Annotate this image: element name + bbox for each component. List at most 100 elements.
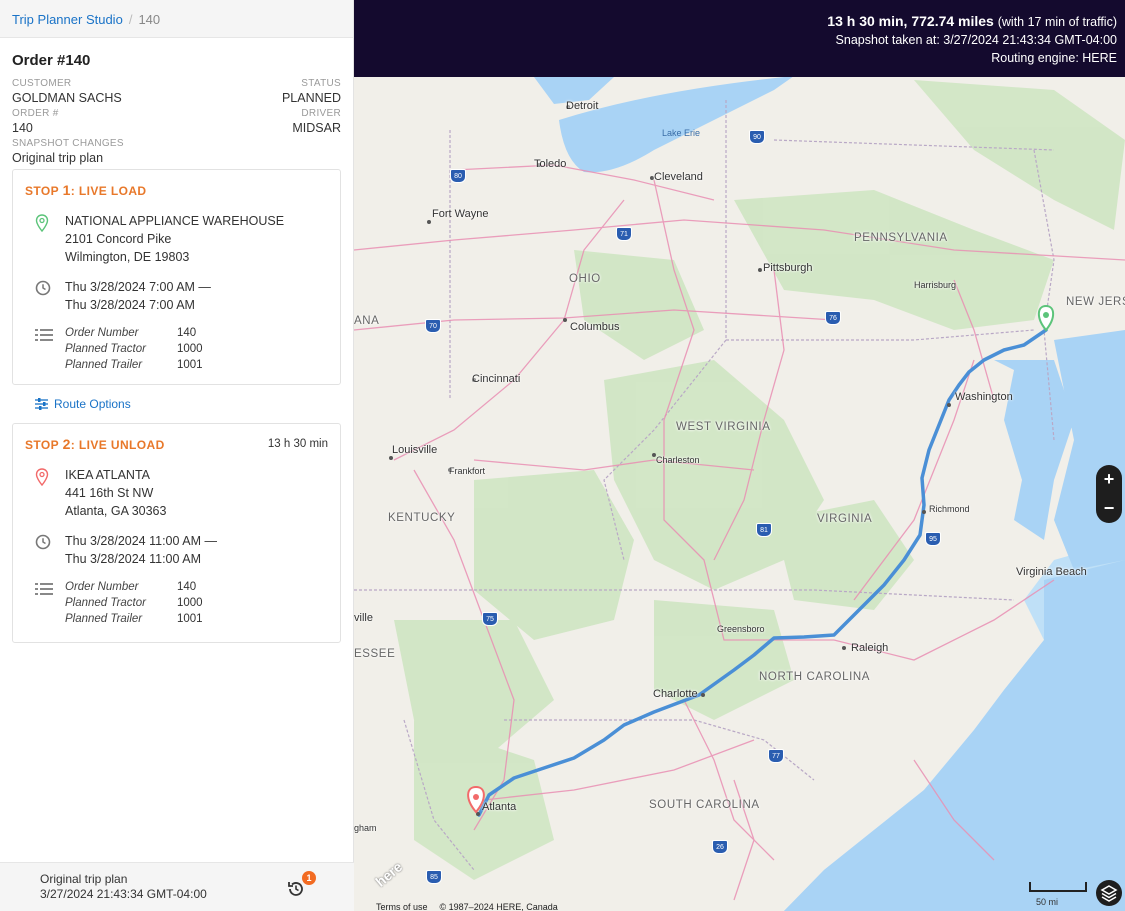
stop-2-time-start: Thu 3/28/2024 11:00 AM — [65,534,217,548]
stop-1-time-start: Thu 3/28/2024 7:00 AM — [65,280,211,294]
map-label-city: gham [354,823,377,833]
interstate-shield: 77 [768,749,784,763]
snapshot-timestamp: Snapshot taken at: 3/27/2024 21:43:34 GM… [835,33,1117,47]
stop-1-time-end: Thu 3/28/2024 7:00 AM [65,298,195,312]
zoom-control: + − [1096,465,1122,523]
meta-key: Order Number [65,581,139,593]
map-canvas[interactable] [354,0,1125,911]
route-options-label: Route Options [54,397,131,411]
map-label-city: Toledo [534,158,567,170]
map-label-city: Frankfort [449,466,486,476]
stop-1-details: Order Number 140 Planned Tractor 1000 Plan… [65,326,203,372]
list-icon [35,329,53,341]
interstate-shield: 75 [482,612,498,626]
stop-2-title: STOP 2: LIVE UNLOAD [25,436,165,452]
stop-1-city: Wilmington, DE 19803 [65,250,190,264]
status-label: STATUS [301,78,341,89]
interstate-shield: 70 [425,319,441,333]
route-summary: 13 h 30 min, 772.74 miles [827,13,994,29]
zoom-in-button[interactable]: + [1096,465,1122,494]
interstate-shield: 95 [925,532,941,546]
stop-2-street: 441 16th St NW [65,486,154,500]
interstate-shield: 81 [756,523,772,537]
map-attribution: Terms of use © 1987–2024 HERE, Canada [376,902,570,911]
zoom-out-button[interactable]: − [1096,494,1122,523]
breadcrumb-current: 140 [138,12,161,27]
interstate-shield: 71 [616,227,632,241]
meta-value: 1000 [177,343,203,355]
map-label-city: Virginia Beach [1016,566,1087,578]
scale-label: 50 mi [1036,897,1059,907]
clock-icon [35,280,51,296]
meta-key: Planned Tractor [65,343,146,355]
map-label-city: Richmond [929,504,970,514]
map-label-city: Washington [955,391,1013,403]
breadcrumb-root-link[interactable]: Trip Planner Studio [12,12,123,27]
stop-card-2[interactable]: STOP 2: LIVE UNLOAD 13 h 30 min IKEA ATL… [12,423,341,643]
snapshot-changes-label: SNAPSHOT CHANGES [12,138,124,149]
interstate-shield: 26 [712,840,728,854]
map-label-state: SOUTH CAROLINA [649,799,760,811]
traffic-note: (with 17 min of traffic) [997,15,1117,29]
map-label-state: VIRGINIA [817,513,873,525]
order-title: Order #140 [12,52,91,69]
meta-value: 1001 [177,359,203,371]
map-label-city: Detroit [566,100,599,112]
route-options-button[interactable]: Route Options [0,385,353,423]
sliders-icon [35,398,48,410]
meta-key: Planned Trailer [65,613,143,625]
snapshot-changes-value: Original trip plan [12,151,104,165]
list-icon [35,583,53,595]
breadcrumb-separator: / [128,12,133,27]
meta-value: 1000 [177,597,203,609]
meta-value: 140 [177,327,197,339]
map-label-state: ESSEE [354,648,396,660]
layers-button[interactable] [1096,880,1122,906]
meta-value: 140 [177,581,197,593]
stop-1-name: NATIONAL APPLIANCE WAREHOUSE [65,214,285,228]
stop-2-time-end: Thu 3/28/2024 11:00 AM [65,552,201,566]
interstate-shield: 90 [749,130,765,144]
copyright-text: © 1987–2024 HERE, Canada [439,902,558,911]
meta-key: Planned Trailer [65,359,143,371]
map-label-city: Atlanta [482,801,517,813]
map-label-city: Greensboro [717,624,765,634]
location-pin-icon [35,214,49,232]
map-label-state: KENTUCKY [388,512,456,524]
order-number-value: 140 [12,121,33,135]
stop-2-city: Atlanta, GA 30363 [65,504,167,518]
map-label-city: Louisville [392,444,438,456]
map-label-state: PENNSYLVANIA [854,232,948,244]
order-number-label: ORDER # [12,108,59,119]
status-value: PLANNED [281,91,341,105]
terms-of-use-link[interactable]: Terms of use [376,902,428,911]
route-map[interactable]: Detroit Toledo Cleveland Fort Wayne Pitt… [354,0,1125,911]
driver-value: MIDSAR [292,121,341,135]
meta-value: 1001 [177,613,203,625]
stop-2-duration: 13 h 30 min [267,438,328,450]
interstate-shield: 80 [450,169,466,183]
meta-key: Order Number [65,327,139,339]
customer-value: GOLDMAN SACHS [12,91,122,105]
map-label-state: ANA [354,315,380,327]
meta-key: Planned Tractor [65,597,146,609]
map-label-city: ville [354,612,373,624]
order-summary: Order #140 CUSTOMER STATUS GOLDMAN SACHS… [0,38,353,165]
history-count-badge: 1 [302,871,316,885]
map-label-city: Raleigh [851,642,889,654]
map-label-city: Harrisburg [914,280,957,290]
driver-label: DRIVER [301,108,341,119]
map-label-city: Cleveland [654,171,703,183]
stop-card-1[interactable]: STOP 1: LIVE LOAD NATIONAL APPLIANCE WAR… [12,169,341,385]
map-label-city: Charleston [656,455,700,465]
map-label-city: Cincinnati [472,373,521,385]
routing-engine: Routing engine: HERE [991,51,1117,65]
stop-2-details: Order Number 140 Planned Tractor 1000 Plan… [65,580,203,626]
map-label-state: NORTH CAROLINA [759,671,871,683]
trip-side-panel: Trip Planner Studio / 140 Order #140 CUSTO… [0,0,354,911]
map-label-state: OHIO [569,273,601,285]
interstate-shield: 76 [825,311,841,325]
map-label-city: Fort Wayne [432,208,489,220]
stop-2-name: IKEA ATLANTA [65,468,150,482]
interstate-shield: 85 [426,870,442,884]
